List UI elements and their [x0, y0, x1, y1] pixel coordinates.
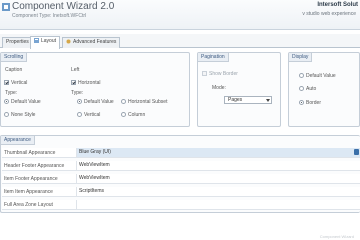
group-title: Pagination [198, 53, 229, 62]
grid-key: Full Area Zone Layout [4, 202, 53, 208]
type-label: Type: [71, 90, 84, 96]
vertical-checkbox[interactable] [4, 80, 9, 85]
show-border-label: Show Border [209, 71, 238, 77]
chevron-down-icon [266, 99, 270, 102]
tab-properties[interactable]: Properties [2, 37, 33, 48]
pagination-group: Pagination Show Border Mode: Pages [197, 52, 281, 127]
scrolling-group: Scrolling Caption Left Vertical Horizont… [0, 52, 190, 127]
horizontal-checkbox[interactable] [71, 80, 76, 85]
radio-label: Horizontal Subset [128, 99, 168, 105]
grid-key: Thumbnail Appearance [4, 150, 56, 156]
grid-value[interactable]: WebViewItem [76, 161, 360, 170]
right-column-radio[interactable] [121, 112, 126, 117]
radio-label: Border [306, 100, 322, 106]
grid-value[interactable]: Blue Gray (UI) [76, 148, 360, 157]
radio-label: Default Value [11, 99, 41, 105]
display-default-radio[interactable] [299, 73, 304, 78]
mode-select[interactable]: Pages [224, 96, 272, 104]
footer-text: Component Wizard [319, 234, 354, 239]
wizard-title: Component Wizard 2.0 [12, 1, 115, 12]
vertical-label: Vertical [11, 80, 28, 86]
right-vertical-radio[interactable] [77, 112, 82, 117]
wizard-footer: Component Wizard [0, 214, 360, 240]
grid-row-thumbnail-appearance[interactable]: Thumbnail Appearance Blue Gray (UI) [2, 148, 360, 158]
radio-label: Default Value [306, 73, 336, 79]
grid-value[interactable] [76, 200, 360, 209]
grid-value[interactable]: WebViewItem [76, 174, 360, 183]
tab-label: Advanced Features [73, 39, 117, 45]
left-default-radio[interactable] [4, 99, 9, 104]
display-group: Display Default Value Auto Border [288, 52, 360, 127]
grid-key: Item Footer Appearance [4, 176, 58, 182]
radio-label: None Style [11, 112, 36, 118]
group-title: Display [289, 53, 313, 62]
radio-label: Column [128, 112, 146, 118]
horizontal-label: Horizontal [78, 80, 101, 86]
grid-key: Header Footer Appearance [4, 163, 65, 169]
edit-value-button[interactable] [354, 149, 359, 155]
mode-select-value: Pages [228, 97, 243, 103]
radio-label: Default Value [84, 99, 114, 105]
group-title: Scrolling [1, 53, 28, 62]
type-label: Type: [5, 90, 18, 96]
right-default-radio[interactable] [77, 99, 82, 104]
mode-label: Mode: [212, 85, 226, 91]
advanced-icon [66, 39, 71, 44]
grid-row-full-area-zone-layout[interactable]: Full Area Zone Layout [2, 200, 360, 210]
brand-tagline: v studio web experience [302, 11, 356, 17]
grid-value[interactable]: ScriptItems [76, 187, 360, 196]
display-border-radio[interactable] [299, 100, 304, 105]
tab-label: Properties [6, 39, 29, 45]
wizard-logo-icon [2, 3, 10, 11]
grid-row-item-footer-appearance[interactable]: Item Footer Appearance WebViewItem [2, 174, 360, 184]
caption-label: Caption [5, 67, 23, 73]
right-horizontal-subset-radio[interactable] [121, 99, 126, 104]
tab-layout[interactable]: Layout [30, 36, 61, 49]
tab-label: Layout [41, 38, 57, 44]
layout-icon [34, 38, 39, 43]
group-title: Appearance [1, 136, 35, 145]
tab-advanced-features[interactable]: Advanced Features [62, 37, 121, 48]
display-auto-radio[interactable] [299, 86, 304, 91]
brand-name: Intersoft Solut [317, 2, 358, 8]
radio-label: Vertical [84, 112, 101, 118]
tab-strip: Properties Layout Advanced Features [0, 34, 360, 49]
wizard-banner: Component Wizard 2.0 Component Type: Ine… [0, 0, 360, 30]
caption-value: Left [71, 67, 80, 73]
grid-row-header-footer-appearance[interactable]: Header Footer Appearance WebViewItem [2, 161, 360, 171]
wizard-subtitle: Component Type: Inetsoft.WFCtrl [12, 13, 87, 19]
grid-row-item-item-appearance[interactable]: Item Item Appearance ScriptItems [2, 187, 360, 197]
radio-label: Auto [306, 86, 317, 92]
left-none-radio[interactable] [4, 112, 9, 117]
grid-key: Item Item Appearance [4, 189, 53, 195]
show-border-checkbox[interactable] [202, 71, 207, 76]
